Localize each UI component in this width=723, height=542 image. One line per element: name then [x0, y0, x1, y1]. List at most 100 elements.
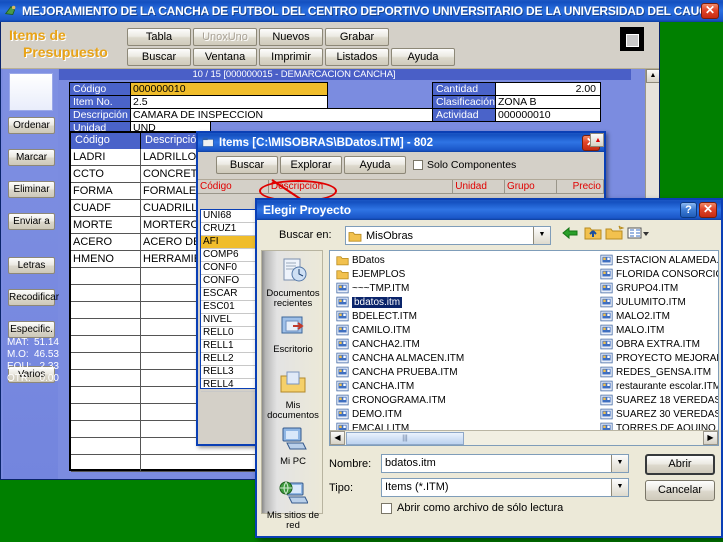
cancel-button[interactable]: Cancelar — [645, 480, 715, 501]
items-scroll-up-arrow[interactable]: ▲ — [590, 133, 604, 147]
items-grid-header-precio[interactable]: Precio — [557, 180, 604, 193]
side-button-eliminar[interactable]: Eliminar — [8, 181, 55, 198]
field-value-item-no[interactable]: 2.5 — [131, 95, 328, 109]
file-list-item[interactable]: CRONOGRAMA.ITM — [334, 393, 494, 407]
checkbox-readonly[interactable]: Abrir como archivo de sólo lectura — [381, 502, 563, 514]
file-list-item[interactable]: BDELECT.ITM — [334, 309, 494, 323]
checkbox-label-solo-componentes: Solo Componentes — [427, 159, 517, 171]
maximize-restore-button[interactable] — [620, 27, 644, 51]
field-value-actividad[interactable]: 000000010 — [496, 108, 601, 122]
file-list-item[interactable]: bdatos.itm — [334, 295, 494, 309]
scroll-up-arrow[interactable]: ▲ — [646, 69, 659, 83]
places-item-escritorio[interactable]: Escritorio — [262, 313, 324, 355]
places-item-mi-pc[interactable]: Mi PC — [262, 425, 324, 467]
checkbox-solo-componentes[interactable]: Solo Componentes — [413, 159, 516, 171]
toolbar-button-grabar[interactable]: Grabar — [325, 28, 389, 46]
field-value-cantidad[interactable]: 2.00 — [496, 82, 601, 96]
file-name-input[interactable]: bdatos.itm ▼ — [381, 454, 629, 473]
places-item-documentos-recientes[interactable]: Documentos recientes — [262, 257, 324, 309]
field-value-clasificacion[interactable]: ZONA B — [496, 95, 601, 109]
file-list-item[interactable]: MALO2.ITM — [598, 309, 718, 323]
itm-file-icon — [336, 408, 349, 420]
cell-codigo: CCTO — [71, 166, 141, 182]
new-folder-icon[interactable] — [604, 225, 625, 245]
my-computer-icon — [262, 425, 324, 455]
toolbar-button-listados[interactable]: Listados — [325, 48, 389, 66]
side-button-especific[interactable]: Especific. — [8, 321, 55, 338]
file-list-horizontal-scrollbar[interactable]: ◀ ||| ▶ — [330, 430, 718, 445]
side-button-marcar[interactable]: Marcar — [8, 149, 55, 166]
side-button-ordenar[interactable]: Ordenar — [8, 117, 55, 134]
toolbar-button-buscar[interactable]: Buscar — [127, 48, 191, 66]
toolbar-button-imprimir[interactable]: Imprimir — [259, 48, 323, 66]
items-button-buscar[interactable]: Buscar — [216, 156, 278, 174]
toolbar-button-ventana[interactable]: Ventana — [193, 48, 257, 66]
chevron-down-icon[interactable]: ▼ — [533, 227, 550, 244]
items-button-explorar[interactable]: Explorar — [280, 156, 342, 174]
items-grid-header-unidad[interactable]: Unidad — [453, 180, 505, 193]
file-list-item[interactable]: GRUPO4.ITM — [598, 281, 718, 295]
items-window-toolbar: Buscar Explorar Ayuda Solo Componentes — [198, 152, 604, 202]
side-button-enviar-a[interactable]: Enviar a — [8, 213, 55, 230]
file-list-item[interactable]: MALO.ITM — [598, 323, 718, 337]
side-button-letras[interactable]: Letras — [8, 257, 55, 274]
file-list[interactable]: BDatos EJEMPLOS ~~~TMP.ITM bdatos.itm BDELEC… — [329, 250, 719, 446]
toolbar-button-ayuda[interactable]: Ayuda — [391, 48, 455, 66]
scrollbar-thumb[interactable]: ||| — [346, 431, 464, 445]
scroll-right-arrow[interactable]: ▶ — [703, 431, 718, 445]
toolbar-button-nuevos[interactable]: Nuevos — [259, 28, 323, 46]
application-icon — [4, 5, 16, 15]
file-list-item[interactable]: SUAREZ 18 VEREDAS.ITM — [598, 393, 718, 407]
checkbox-box-icon[interactable] — [413, 160, 423, 170]
file-list-item-label: CANCHA.ITM — [352, 380, 415, 392]
close-icon[interactable]: ✕ — [699, 202, 717, 218]
file-list-item[interactable]: PROYECTO MEJORAMIENTO.ITM — [598, 351, 718, 365]
toolbar-button-unoxuno[interactable]: UnoxUno — [193, 28, 257, 46]
scroll-left-arrow[interactable]: ◀ — [330, 431, 345, 445]
chevron-down-icon[interactable]: ▼ — [611, 479, 628, 496]
file-list-item[interactable]: ~~~TMP.ITM — [334, 281, 494, 295]
views-icon[interactable] — [627, 225, 649, 245]
file-type-select[interactable]: Items (*.ITM) ▼ — [381, 478, 629, 497]
items-grid-header-descripcion[interactable]: Descripcion — [269, 180, 454, 193]
file-list-item[interactable]: BDatos — [334, 253, 494, 267]
items-grid-header-codigo[interactable]: Código — [198, 180, 269, 193]
file-list-item[interactable]: REDES_GENSA.ITM — [598, 365, 718, 379]
file-list-item[interactable]: ESTACION ALAMEDA.ITM — [598, 253, 718, 267]
file-list-item[interactable]: CANCHA2.ITM — [334, 337, 494, 351]
open-button[interactable]: Abrir — [645, 454, 715, 475]
file-list-item[interactable]: restaurante escolar.ITM — [598, 379, 718, 393]
file-list-item[interactable]: FLORIDA CONSORCIO.ITM — [598, 267, 718, 281]
itm-file-icon — [600, 338, 613, 350]
file-list-item[interactable]: OBRA EXTRA.ITM — [598, 337, 718, 351]
look-in-combobox[interactable]: MisObras ▼ — [345, 226, 551, 245]
close-icon[interactable]: ✕ — [701, 3, 719, 19]
file-list-item[interactable]: JULUMITO.ITM — [598, 295, 718, 309]
field-value-descripcion[interactable]: CAMARA DE INSPECCION — [131, 108, 471, 122]
itm-file-icon — [600, 268, 613, 280]
items-button-ayuda[interactable]: Ayuda — [344, 156, 406, 174]
up-one-level-icon[interactable] — [582, 225, 603, 245]
file-list-item[interactable]: CAMILO.ITM — [334, 323, 494, 337]
file-list-item[interactable]: DEMO.ITM — [334, 407, 494, 421]
file-list-item-label: PROYECTO MEJORAMIENTO.ITM — [616, 352, 718, 364]
field-row-item-no: Item No. 2.5 — [69, 95, 471, 109]
checkbox-box-icon[interactable] — [381, 502, 392, 514]
side-button-recodificar[interactable]: Recodificar — [8, 289, 59, 306]
places-item-mis-documentos[interactable]: Mis documentos — [262, 369, 324, 421]
file-list-item[interactable]: EJEMPLOS — [334, 267, 494, 281]
items-grid-header-grupo[interactable]: Grupo — [505, 180, 557, 193]
grid-header-codigo[interactable]: Código — [71, 133, 141, 149]
file-list-item[interactable]: CANCHA PRUEBA.ITM — [334, 365, 494, 379]
file-list-item[interactable]: CANCHA ALMACEN.ITM — [334, 351, 494, 365]
itm-file-icon — [336, 296, 349, 308]
file-list-item[interactable]: CANCHA.ITM — [334, 379, 494, 393]
chevron-down-icon[interactable]: ▼ — [611, 455, 628, 472]
help-icon[interactable]: ? — [680, 202, 697, 218]
places-item-mis-sitios-de-red[interactable]: Mis sitios de red — [262, 479, 324, 531]
toolbar-button-tabla[interactable]: Tabla — [127, 28, 191, 46]
cell-codigo — [71, 387, 141, 403]
field-value-codigo[interactable]: 000000010 — [131, 82, 328, 96]
back-icon[interactable] — [559, 225, 580, 245]
file-list-item[interactable]: SUAREZ 30 VEREDAS.ITM — [598, 407, 718, 421]
